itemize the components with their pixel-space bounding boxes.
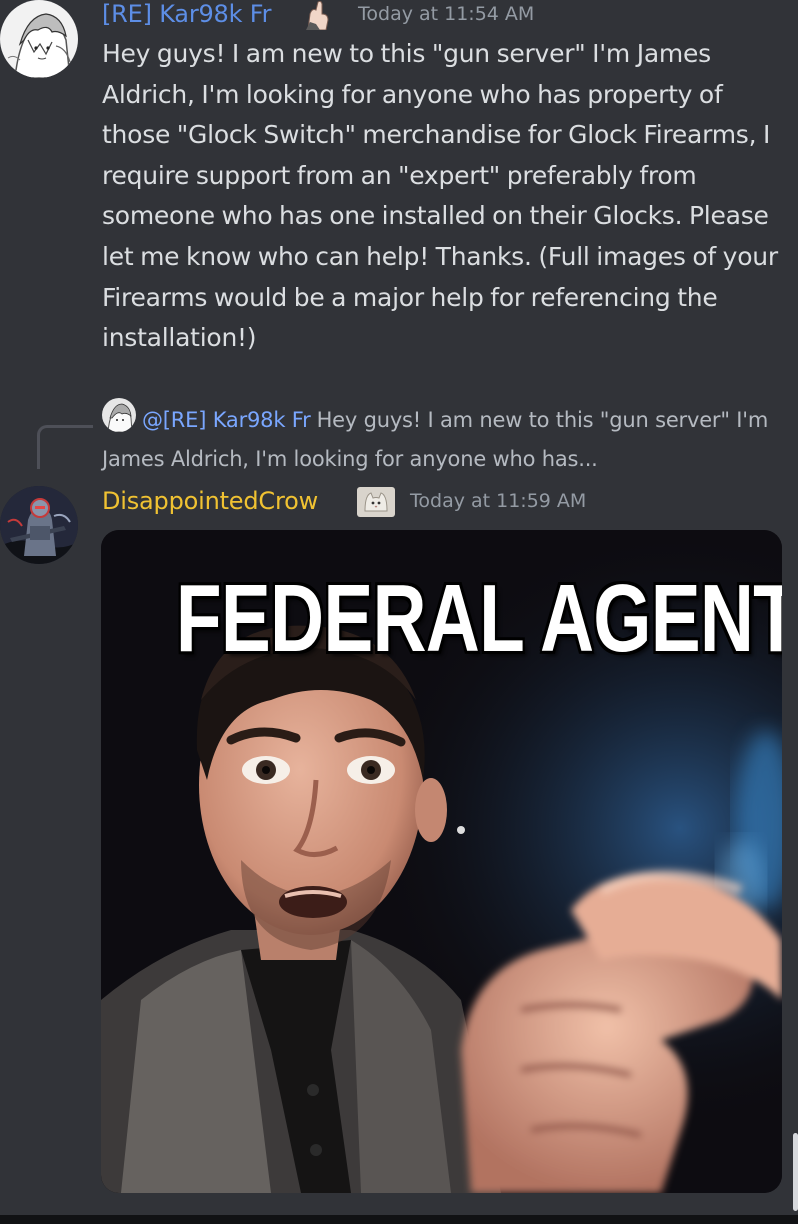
timestamp-1[interactable]: Today at 11:54 AM [358,3,534,25]
reply-spine [37,425,93,469]
reply-preview[interactable]: @[RE] Kar98k Fr Hey guys! I am new to thi… [102,398,792,479]
cat-icon [357,487,395,521]
username-disappointedcrow[interactable]: DisappointedCrow [102,487,318,515]
username-kar98k[interactable]: [RE] Kar98k Fr [102,0,271,28]
reply-avatar-icon [102,398,136,432]
bottom-bar [0,1215,798,1224]
timestamp-2[interactable]: Today at 11:59 AM [410,490,586,512]
message-text: Hey guys! I am new to this "gun server" … [102,39,778,353]
meme-image-attachment[interactable]: FEDERAL AGENT [101,530,782,1193]
scrollbar-thumb[interactable] [793,1133,798,1211]
meme-caption: FEDERAL AGENT [175,565,782,672]
avatar-kar98k[interactable] [0,0,78,78]
reply-mention[interactable]: @[RE] Kar98k Fr [142,408,311,432]
avatar-disappointedcrow[interactable] [0,486,78,564]
pointing-hand-icon [302,0,332,34]
